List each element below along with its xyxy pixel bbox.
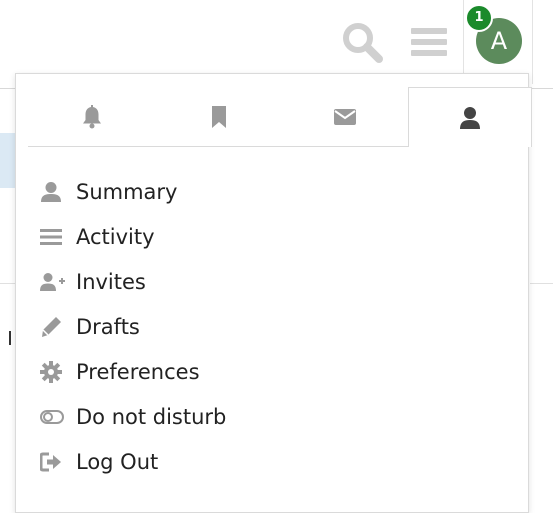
menu-item-drafts[interactable]: Drafts [40,304,500,349]
tab-bookmarks[interactable] [155,87,282,147]
bell-icon [82,105,101,129]
tab-messages[interactable] [282,87,408,147]
menu-item-log-out[interactable]: Log Out [40,439,500,484]
menu-item-activity[interactable]: Activity [40,214,500,259]
hamburger-menu-button[interactable] [408,22,450,62]
menu-item-invites[interactable]: Invites [40,259,500,304]
menu-item-label: Drafts [76,314,140,339]
toggle-off-icon [40,406,66,428]
search-icon [343,23,383,63]
menu-item-label: Do not disturb [76,404,227,429]
pencil-icon [40,316,66,338]
tab-notifications[interactable] [28,87,155,147]
user-menu-tabs [28,87,532,147]
background-text-fragment [9,331,11,345]
hamburger-icon-bar [411,50,447,56]
menu-item-label: Invites [76,269,146,294]
menu-item-label: Activity [76,224,155,249]
menu-item-do-not-disturb[interactable]: Do not disturb [40,394,500,439]
user-menu-list: Summary Activity Invites Drafts Preferen… [40,169,500,484]
background-divider [0,283,16,284]
envelope-icon [334,109,356,125]
list-icon [40,226,66,248]
hamburger-icon-bar [411,39,447,45]
user-icon [40,181,66,203]
menu-item-preferences[interactable]: Preferences [40,349,500,394]
user-plus-icon [40,271,66,293]
gear-icon [40,360,66,383]
menu-item-label: Log Out [76,449,159,474]
notification-badge: 1 [465,4,493,32]
current-user-tab[interactable]: A 1 [463,0,533,84]
sign-out-icon [40,451,66,473]
menu-item-summary[interactable]: Summary [40,169,500,214]
menu-item-label: Preferences [76,359,200,384]
tab-profile[interactable] [408,87,532,147]
hamburger-icon [411,28,447,34]
background-highlight [0,133,16,188]
bookmark-icon [211,106,226,128]
menu-item-label: Summary [76,179,178,204]
user-icon [460,106,480,129]
search-button[interactable] [340,20,384,64]
user-menu-panel: Summary Activity Invites Drafts Preferen… [15,73,532,513]
background-divider [530,283,553,284]
